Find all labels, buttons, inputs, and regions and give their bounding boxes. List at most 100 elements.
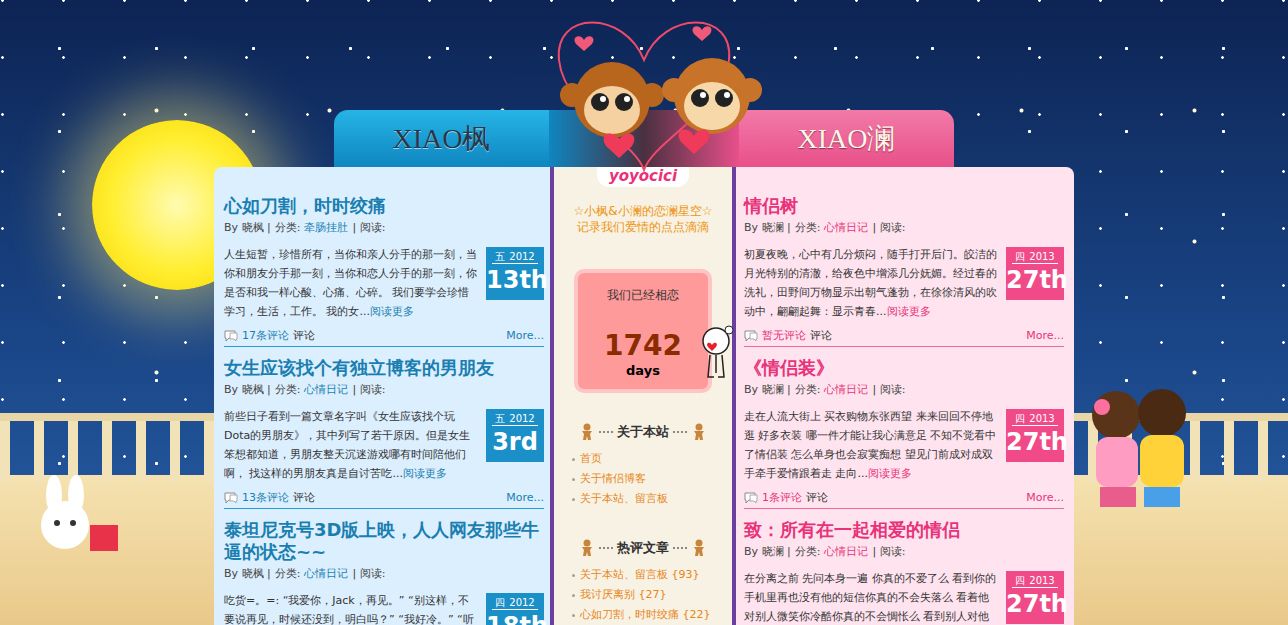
left-post-column: 心如刀割，时时绞痛 By 晓枫 | 分类: 牵肠挂肚 | 阅读: 人生短暂，珍惜所有，当你… xyxy=(214,167,550,625)
comment-count[interactable]: 暂无评论 xyxy=(762,329,806,343)
post-author: By 晓澜 | xyxy=(744,545,791,559)
reads-label: | 阅读: xyxy=(352,567,385,581)
post-meta: By 晓枫 | 分类:心情日记 | 阅读: xyxy=(224,567,544,581)
more-link[interactable]: More... xyxy=(1026,491,1064,505)
post: 女生应该找个有独立博客的男朋友By 晓枫 |分类:心情日记| 阅读:前些日子看到… xyxy=(224,357,544,509)
post-meta: By 晓枫 |分类:牵肠挂肚| 阅读: xyxy=(224,221,544,235)
site-title: ☆小枫&小澜的恋澜星空☆ xyxy=(574,203,713,219)
main-columns: 心如刀割，时时绞痛 By 晓枫 | 分类: 牵肠挂肚 | 阅读: 人生短暂，珍惜所有，当你… xyxy=(214,167,1074,625)
category-label: 分类: xyxy=(275,383,301,397)
read-more-link[interactable]: 阅读更多 xyxy=(868,467,912,480)
comment-link[interactable]: 评论 xyxy=(806,491,828,505)
sidebar-link[interactable]: 关于本站、留言板 xyxy=(572,489,732,509)
date-weekday: 四 xyxy=(1015,412,1025,425)
comment-count[interactable]: 17条评论 xyxy=(242,329,289,343)
post-body: 人生短暂，珍惜所有，当你和亲人分手的那一刻，当你和朋友分手那一刻，当你和恋人分手… xyxy=(224,245,544,321)
post-body: 在分离之前 先问本身一遍 你真的不爱了么 看到你的手机里再也没有他的短信你真的不… xyxy=(744,569,1064,625)
comments: 17条评论评论 xyxy=(224,329,315,343)
gingerbread-icon xyxy=(579,423,595,441)
date-year: 2013 xyxy=(1029,574,1054,587)
date-weekday-year: 四2012 xyxy=(492,596,538,610)
section-heading: 热评文章 xyxy=(554,539,732,557)
reads-label: | 阅读: xyxy=(352,383,385,397)
date-badge: 四201327th xyxy=(1006,571,1064,624)
sidebar-link[interactable]: 心如刀割，时时绞痛 {22} xyxy=(572,605,732,625)
read-more-link[interactable]: 阅读更多 xyxy=(370,305,414,318)
post: 致：所有在一起相爱的情侣By 晓澜 |分类:心情日记| 阅读:在分离之前 先问本… xyxy=(744,519,1064,625)
section-heading: 关于本站 xyxy=(554,423,732,441)
date-weekday-year: 五2012 xyxy=(492,412,538,426)
gingerbread-icon xyxy=(579,539,595,557)
post-footer: 13条评论评论 More... xyxy=(224,489,544,509)
comment-count[interactable]: 1条评论 xyxy=(762,491,802,505)
post-title[interactable]: 心如刀割，时时绞痛 xyxy=(224,195,544,217)
bunny-icon xyxy=(20,475,120,565)
post-category[interactable]: 心情日记 xyxy=(304,567,348,581)
more-link[interactable]: More... xyxy=(506,329,544,343)
post-excerpt: 人生短暂，珍惜所有，当你和亲人分手的那一刻，当你和朋友分手那一刻，当你和恋人分手… xyxy=(224,245,478,321)
post-category[interactable]: 心情日记 xyxy=(824,221,868,235)
gingerbread-icon xyxy=(691,539,707,557)
more-link[interactable]: More... xyxy=(1026,329,1064,343)
more-link[interactable]: More... xyxy=(506,491,544,505)
post: 情侣树By 晓澜 |分类:心情日记| 阅读:初夏夜晚，心中有几分烦闷，随手打开后… xyxy=(744,195,1064,347)
dotted-line xyxy=(673,547,687,549)
comment-link[interactable]: 评论 xyxy=(293,329,315,343)
site-subtitle: 记录我们爱情的点点滴滴 xyxy=(577,219,709,235)
date-weekday: 五 xyxy=(495,250,505,263)
comment-count[interactable]: 13条评论 xyxy=(242,491,289,505)
sidebar-link[interactable]: 我讨厌离别 {27} xyxy=(572,585,732,605)
post-author: By 晓澜 | xyxy=(744,383,791,397)
post-body: 走在人流大街上 买衣购物东张西望 来来回回不停地逛 好多衣装 哪一件才能让我心满… xyxy=(744,407,1064,483)
post-body: 前些日子看到一篇文章名字叫《女生应该找个玩Dota的男朋友》，其中列写了若干原因… xyxy=(224,407,544,483)
reads-label: | 阅读: xyxy=(872,383,905,397)
left-tab[interactable]: XIAO枫 xyxy=(334,110,549,167)
category-label: 分类: xyxy=(275,567,301,581)
right-post-column: 情侣树By 晓澜 |分类:心情日记| 阅读:初夏夜晚，心中有几分烦闷，随手打开后… xyxy=(736,167,1074,625)
post-meta: By 晓枫 |分类:心情日记| 阅读: xyxy=(224,383,544,397)
couple-icon xyxy=(1078,375,1198,515)
date-badge: 四201327th xyxy=(1006,409,1064,462)
date-weekday-year: 四2013 xyxy=(1012,574,1058,588)
date-badge: 五20123rd xyxy=(486,409,544,462)
monkeys-icon xyxy=(524,0,764,180)
post-body: 吃货=。=: “我爱你，Jack，再见。” “别这样，不要说再见，时候还没到，明… xyxy=(224,591,544,625)
reads-label: | 阅读: xyxy=(872,221,905,235)
comment-link[interactable]: 评论 xyxy=(810,329,832,343)
reads-label: | 阅读: xyxy=(352,221,385,235)
post-excerpt: 前些日子看到一篇文章名字叫《女生应该找个玩Dota的男朋友》，其中列写了若干原因… xyxy=(224,407,478,483)
read-more-link[interactable]: 阅读更多 xyxy=(403,467,447,480)
date-weekday: 四 xyxy=(1015,250,1025,263)
post-author: By 晓枫 | xyxy=(224,221,271,235)
sidebar-link[interactable]: 关于情侣博客 xyxy=(572,469,732,489)
date-year: 2013 xyxy=(1029,250,1054,263)
post-category[interactable]: 牵肠挂肚 xyxy=(304,221,348,235)
post-title[interactable]: 女生应该找个有独立博客的男朋友 xyxy=(224,357,544,379)
post-author: By 晓枫 | xyxy=(224,567,271,581)
post-category[interactable]: 心情日记 xyxy=(824,545,868,559)
post-title[interactable]: 泰坦尼克号3D版上映，人人网友那些牛逼的状态~~ xyxy=(224,519,544,563)
date-badge: 五201213th xyxy=(486,247,544,300)
post-title[interactable]: 致：所有在一起相爱的情侣 xyxy=(744,519,1064,541)
read-more-link[interactable]: 阅读更多 xyxy=(887,305,931,318)
stickman-icon xyxy=(696,325,736,395)
post-title[interactable]: 情侣树 xyxy=(744,195,1064,217)
post-excerpt: 初夏夜晚，心中有几分烦闷，随手打开后门。皎洁的月光特别的清澈，给夜色中增添几分妩… xyxy=(744,245,998,321)
date-day: 27th xyxy=(1006,264,1064,296)
post-category[interactable]: 心情日记 xyxy=(824,383,868,397)
comments: 1条评论评论 xyxy=(744,491,828,505)
section-title: 关于本站 xyxy=(617,423,669,441)
post-title[interactable]: 《情侣装》 xyxy=(744,357,1064,379)
post-category[interactable]: 心情日记 xyxy=(304,383,348,397)
comments: 暂无评论评论 xyxy=(744,329,832,343)
sidebar-link[interactable]: 关于本站、留言板 {93} xyxy=(572,565,732,585)
comment-icon xyxy=(744,492,758,504)
post-author: By 晓澜 | xyxy=(744,221,791,235)
right-tab[interactable]: XIAO澜 xyxy=(739,110,954,167)
sidebar-link[interactable]: 首页 xyxy=(572,449,732,469)
sidebar: yoyocici☆小枫&小澜的恋澜星空☆记录我们爱情的点点滴滴我们已经相恋174… xyxy=(550,167,736,625)
date-weekday-year: 四 2013 xyxy=(1012,250,1058,264)
counter-label: 我们已经相恋 xyxy=(578,287,708,303)
comment-icon xyxy=(744,330,758,342)
comment-link[interactable]: 评论 xyxy=(293,491,315,505)
